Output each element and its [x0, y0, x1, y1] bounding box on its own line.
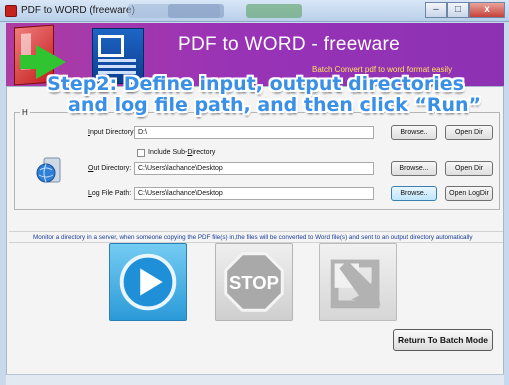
taskbar-ghost	[168, 4, 224, 18]
open-output-dir-button[interactable]: Open Dir	[445, 161, 493, 176]
globe-server-icon	[36, 157, 61, 183]
close-button[interactable]: x	[469, 2, 505, 18]
browse-log-button[interactable]: Browse..	[391, 186, 437, 201]
log-file-path-label: Log File Path:	[88, 190, 132, 197]
window-title: PDF to WORD (freeware)	[21, 5, 135, 16]
output-directory-label: Out Directory:	[88, 165, 132, 172]
browse-input-button[interactable]: Browse..	[391, 125, 437, 140]
status-bar	[6, 374, 504, 385]
include-subdirectory-checkbox[interactable]	[137, 149, 145, 157]
minimize-button[interactable]: –	[425, 2, 447, 18]
stop-sign-icon: STOP	[224, 252, 284, 312]
stop-sign-label: STOP	[229, 272, 279, 293]
output-directory-field[interactable]: C:\Users\lachance\Desktop	[134, 162, 374, 175]
app-icon	[5, 5, 17, 17]
open-dir-button[interactable]: Open Dir	[445, 125, 493, 140]
window-controls: – □ x	[425, 2, 505, 18]
arrow-into-tray-icon	[330, 259, 381, 309]
tutorial-step-line-1: Step2: Define input, output directories	[47, 73, 464, 95]
stop-button[interactable]: STOP	[215, 243, 293, 321]
log-file-path-field[interactable]: C:\Users\lachance\Desktop	[134, 187, 374, 200]
input-directory-field[interactable]: D:\	[134, 126, 374, 139]
run-button[interactable]	[109, 243, 187, 321]
return-to-batch-mode-button[interactable]: Return To Batch Mode	[393, 329, 493, 351]
send-to-output-button[interactable]	[319, 243, 397, 321]
monitor-description: Monitor a directory in a server, when so…	[9, 231, 503, 243]
browse-output-button[interactable]: Browse...	[391, 161, 437, 176]
taskbar-ghost	[246, 4, 302, 18]
open-logdir-button[interactable]: Open LogDir	[445, 186, 493, 201]
maximize-button[interactable]: □	[447, 2, 469, 18]
tutorial-step-line-2: and log file path, and then click “Run”	[68, 94, 481, 116]
banner-title: PDF to WORD - freeware	[178, 34, 400, 55]
tutorial-step-caption: Step2: Define input, output directories …	[4, 74, 507, 116]
include-subdirectory-label: Include Sub-Directory	[148, 149, 216, 156]
play-icon	[119, 253, 177, 311]
window-titlebar: PDF to WORD (freeware) – □ x	[0, 0, 509, 22]
input-directory-label: Input Directory:	[88, 129, 136, 136]
